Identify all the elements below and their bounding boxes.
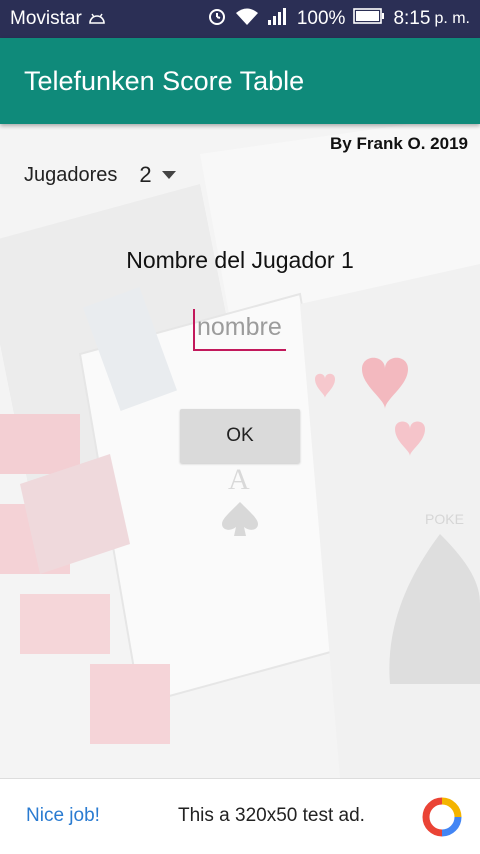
app-title: Telefunken Score Table <box>24 65 305 96</box>
dropdown-arrow-icon[interactable] <box>161 171 176 179</box>
ok-button[interactable]: OK <box>180 409 300 463</box>
battery-icon <box>353 8 385 30</box>
player-name-label: Nombre del Jugador 1 <box>126 247 354 273</box>
ad-link[interactable]: Nice job! <box>26 805 100 827</box>
svg-text:A: A <box>228 463 250 496</box>
ad-banner[interactable]: Nice job! This a 320x50 test ad. <box>0 778 480 854</box>
android-debug-icon <box>88 8 106 30</box>
adchoices-icon[interactable] <box>422 797 462 842</box>
wifi-icon <box>235 7 259 31</box>
clock-ampm: p. m. <box>434 10 470 27</box>
players-row: Jugadores 2 <box>24 162 176 188</box>
svg-text:POKE: POKE <box>425 511 464 527</box>
players-label: Jugadores <box>24 163 118 186</box>
ad-text: This a 320x50 test ad. <box>178 805 365 826</box>
main-content: A POKE By Frank O. 2019 Jugadores 2 Nomb… <box>0 124 480 778</box>
status-left: Movistar <box>10 8 106 30</box>
player-name-input[interactable] <box>193 309 286 351</box>
alarm-icon <box>207 6 227 32</box>
app-bar: Telefunken Score Table <box>0 38 480 124</box>
author-credit: By Frank O. 2019 <box>330 134 468 153</box>
carrier-name: Movistar <box>10 8 82 29</box>
battery-percent: 100% <box>296 8 346 29</box>
players-count-select[interactable]: 2 <box>139 162 151 188</box>
clock-time: 8:15 <box>393 8 431 29</box>
status-right: 100% 8:15 p. m. <box>207 6 470 32</box>
status-bar: Movistar 100% 8:15 p. m. <box>0 0 480 38</box>
signal-icon <box>267 7 289 31</box>
